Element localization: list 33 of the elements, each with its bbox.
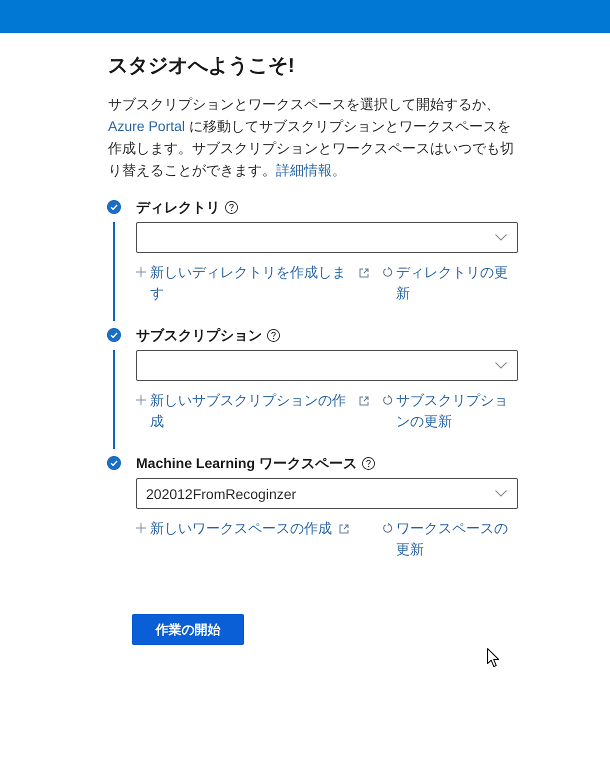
create-link[interactable]: 新しいサブスクリプションの作成 [136, 390, 369, 432]
refresh-link[interactable]: ワークスペースの更新 [382, 518, 518, 560]
chevron-down-icon [495, 362, 507, 369]
text-link[interactable]: 詳細情報。 [276, 162, 346, 178]
chevron-down-icon [495, 490, 507, 497]
help-icon [362, 456, 375, 470]
external-link-icon [359, 396, 369, 406]
dropdown-field[interactable]: 202012FromRecoginzer [136, 478, 518, 509]
refresh-icon [382, 267, 393, 278]
step-label: Machine Learning ワークスペース [136, 454, 357, 473]
refresh-icon [382, 395, 393, 406]
create-link[interactable]: 新しいディレクトリを作成します [136, 262, 369, 304]
refresh-icon [382, 523, 393, 534]
help-icon [225, 200, 238, 214]
chevron-down-icon [495, 234, 507, 241]
external-link-icon [359, 268, 369, 278]
dropdown-field[interactable] [136, 350, 518, 381]
page-title: スタジオへようこそ! [108, 54, 296, 79]
step-label: ディレクトリ [136, 198, 220, 217]
create-link[interactable]: 新しいワークスペースの作成 [136, 518, 349, 560]
start-button[interactable]: 作業の開始 [132, 614, 244, 645]
external-link-icon [339, 524, 349, 534]
mouse-pointer-icon [487, 648, 500, 668]
intro-paragraph: サブスクリプションとワークスペースを選択して開始するか、 Azure Portal に移動してサブスクリプションとワークスペースを作成します。サブスクリプションとワークスペースはいつでも切り替えることができます。詳細情報。 [108, 95, 515, 180]
dropdown-field[interactable] [136, 222, 518, 253]
plus-icon [136, 523, 146, 533]
refresh-link[interactable]: サブスクリプションの更新 [382, 390, 518, 432]
refresh-link[interactable]: ディレクトリの更新 [382, 262, 518, 304]
text-link[interactable]: Azure Portal [108, 118, 186, 134]
plus-icon [136, 267, 146, 277]
step-label: サブスクリプション [136, 326, 262, 345]
plus-icon [136, 395, 146, 405]
help-icon [267, 328, 280, 342]
